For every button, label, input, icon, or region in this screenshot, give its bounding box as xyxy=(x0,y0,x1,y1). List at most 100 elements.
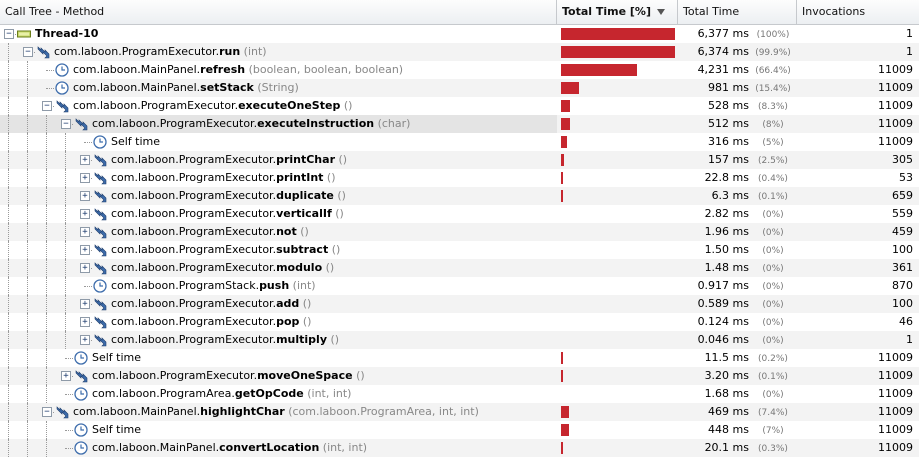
method-cell[interactable]: + com.laboon.ProgramExecutor.moveOneSpace… xyxy=(0,367,557,385)
method-cell[interactable]: + com.laboon.ProgramExecutor.printInt () xyxy=(0,169,557,187)
method-cell[interactable]: com.laboon.ProgramArea.getOpCode (int, i… xyxy=(0,385,557,403)
table-row[interactable]: + com.laboon.ProgramExecutor.printChar ()… xyxy=(0,151,919,169)
table-row[interactable]: − com.laboon.ProgramExecutor.executeOneSt… xyxy=(0,97,919,115)
table-row[interactable]: Self time 316 ms (5%) 11009 xyxy=(0,133,919,151)
tree-branch-line xyxy=(46,88,54,89)
method-cell[interactable]: Self time xyxy=(0,133,557,151)
method-cell[interactable]: − com.laboon.ProgramExecutor.run (int) xyxy=(0,43,557,61)
method-cell[interactable]: + com.laboon.ProgramExecutor.multiply () xyxy=(0,331,557,349)
expand-toggle-icon[interactable]: + xyxy=(80,173,90,183)
total-time-cell: 0.589 ms (0%) xyxy=(678,295,797,313)
invocations-cell: 11009 xyxy=(797,421,917,439)
total-time-cell: 6.3 ms (0.1%) xyxy=(678,187,797,205)
tree-guide-line xyxy=(8,295,9,313)
method-cell[interactable]: + com.laboon.ProgramExecutor.verticalIf (… xyxy=(0,205,557,223)
table-row[interactable]: + com.laboon.ProgramExecutor.printInt () 2… xyxy=(0,169,919,187)
expand-toggle-icon[interactable]: + xyxy=(80,245,90,255)
method-cell[interactable]: com.laboon.MainPanel.setStack (String) xyxy=(0,79,557,97)
method-cell[interactable]: + com.laboon.ProgramExecutor.not () xyxy=(0,223,557,241)
table-row[interactable]: Self time 11.5 ms (0.2%) 11009 xyxy=(0,349,919,367)
tree-guide-line xyxy=(8,205,9,223)
total-time-value: 20.1 ms xyxy=(704,441,749,454)
time-percent-bar xyxy=(561,64,637,76)
method-cell[interactable]: + com.laboon.ProgramExecutor.pop () xyxy=(0,313,557,331)
table-row[interactable]: − com.laboon.ProgramExecutor.run (int) 6,3… xyxy=(0,43,919,61)
expand-toggle-icon[interactable]: + xyxy=(80,227,90,237)
table-row[interactable]: com.laboon.MainPanel.convertLocation (in… xyxy=(0,439,919,457)
table-row[interactable]: − com.laboon.MainPanel.highlightChar (com… xyxy=(0,403,919,421)
column-header-total-time-percent[interactable]: Total Time [%] xyxy=(557,0,678,24)
tree-guide-line xyxy=(65,205,66,223)
column-header-method[interactable]: Call Tree - Method xyxy=(0,0,557,24)
method-cell[interactable]: Self time xyxy=(0,349,557,367)
column-header-invocations[interactable]: Invocations xyxy=(797,0,919,24)
method-cell[interactable]: + com.laboon.ProgramExecutor.duplicate () xyxy=(0,187,557,205)
table-row[interactable]: + com.laboon.ProgramExecutor.add () 0.589 … xyxy=(0,295,919,313)
collapse-toggle-icon[interactable]: − xyxy=(23,47,33,57)
tree-guide-line xyxy=(8,439,9,457)
column-header-total-time[interactable]: Total Time xyxy=(678,0,797,24)
method-cell[interactable]: com.laboon.MainPanel.convertLocation (in… xyxy=(0,439,557,457)
table-row[interactable]: − com.laboon.ProgramExecutor.executeInstr… xyxy=(0,115,919,133)
method-cell[interactable]: + com.laboon.ProgramExecutor.subtract () xyxy=(0,241,557,259)
table-row[interactable]: − Thread-10 6,377 ms (100%) 1 xyxy=(0,25,919,43)
method-cell[interactable]: com.laboon.MainPanel.refresh (boolean, b… xyxy=(0,61,557,79)
table-row[interactable]: + com.laboon.ProgramExecutor.multiply () 0… xyxy=(0,331,919,349)
tree-guide-line xyxy=(46,385,47,403)
method-cell[interactable]: + com.laboon.ProgramExecutor.printChar () xyxy=(0,151,557,169)
method-cell[interactable]: + com.laboon.ProgramExecutor.add () xyxy=(0,295,557,313)
method-cell[interactable]: + com.laboon.ProgramExecutor.modulo () xyxy=(0,259,557,277)
table-row[interactable]: + com.laboon.ProgramExecutor.modulo () 1.4… xyxy=(0,259,919,277)
expand-toggle-icon[interactable]: + xyxy=(80,209,90,219)
method-cell[interactable]: com.laboon.ProgramStack.push (int) xyxy=(0,277,557,295)
expand-toggle-icon[interactable]: + xyxy=(80,299,90,309)
method-cell[interactable]: − com.laboon.ProgramExecutor.executeInstr… xyxy=(0,115,557,133)
table-row[interactable]: Self time 448 ms (7%) 11009 xyxy=(0,421,919,439)
total-time-cell: 4,231 ms (66.4%) xyxy=(678,61,797,79)
method-label: Self time xyxy=(92,421,141,439)
expand-toggle-icon[interactable]: + xyxy=(61,371,71,381)
table-row[interactable]: com.laboon.ProgramArea.getOpCode (int, i… xyxy=(0,385,919,403)
method-cell[interactable]: − com.laboon.ProgramExecutor.executeOneSt… xyxy=(0,97,557,115)
table-row[interactable]: + com.laboon.ProgramExecutor.subtract () 1… xyxy=(0,241,919,259)
table-row[interactable]: + com.laboon.ProgramExecutor.pop () 0.124 … xyxy=(0,313,919,331)
method-class-prefix: com.laboon.ProgramExecutor. xyxy=(73,99,239,112)
expand-toggle-icon[interactable]: + xyxy=(80,191,90,201)
collapse-toggle-icon[interactable]: − xyxy=(4,29,14,39)
table-row[interactable]: + com.laboon.ProgramExecutor.verticalIf (… xyxy=(0,205,919,223)
invocations-value: 11009 xyxy=(878,405,913,418)
time-percent-bar xyxy=(561,154,564,166)
table-row[interactable]: + com.laboon.ProgramExecutor.not () 1.96 m… xyxy=(0,223,919,241)
invocations-cell: 11009 xyxy=(797,133,917,151)
total-time-percent-value: (0%) xyxy=(762,210,784,220)
total-time-cell: 0.046 ms (0%) xyxy=(678,331,797,349)
collapse-toggle-icon[interactable]: − xyxy=(42,407,52,417)
method-class-prefix: com.laboon.ProgramExecutor. xyxy=(111,315,277,328)
expand-toggle-icon[interactable]: + xyxy=(80,317,90,327)
table-row[interactable]: com.laboon.MainPanel.setStack (String) 98… xyxy=(0,79,919,97)
collapse-toggle-icon[interactable]: − xyxy=(42,101,52,111)
method-cell[interactable]: Self time xyxy=(0,421,557,439)
total-time-percent-value: (0%) xyxy=(762,390,784,400)
method-name: executeOneStep xyxy=(238,99,341,112)
collapse-toggle-icon[interactable]: − xyxy=(61,119,71,129)
method-cell[interactable]: − Thread-10 xyxy=(0,25,557,43)
method-class-prefix: com.laboon.ProgramExecutor. xyxy=(111,153,277,166)
method-class-prefix: com.laboon.ProgramExecutor. xyxy=(111,243,277,256)
total-time-value: 469 ms xyxy=(708,405,749,418)
method-cell[interactable]: − com.laboon.MainPanel.highlightChar (com… xyxy=(0,403,557,421)
table-row[interactable]: com.laboon.ProgramStack.push (int) 0.917 … xyxy=(0,277,919,295)
total-time-value: 316 ms xyxy=(708,135,749,148)
table-row[interactable]: + com.laboon.ProgramExecutor.duplicate ()… xyxy=(0,187,919,205)
method-name: printChar xyxy=(276,153,335,166)
tree-guide-line xyxy=(27,313,28,331)
expand-toggle-icon[interactable]: + xyxy=(80,263,90,273)
expand-toggle-icon[interactable]: + xyxy=(80,155,90,165)
table-row[interactable]: + com.laboon.ProgramExecutor.moveOneSpace… xyxy=(0,367,919,385)
expand-toggle-icon[interactable]: + xyxy=(80,335,90,345)
table-row[interactable]: com.laboon.MainPanel.refresh (boolean, b… xyxy=(0,61,919,79)
method-name: setStack xyxy=(200,81,254,94)
total-time-percent-cell xyxy=(558,205,678,223)
invocations-value: 11009 xyxy=(878,63,913,76)
method-label: com.laboon.ProgramExecutor.not () xyxy=(111,223,309,241)
